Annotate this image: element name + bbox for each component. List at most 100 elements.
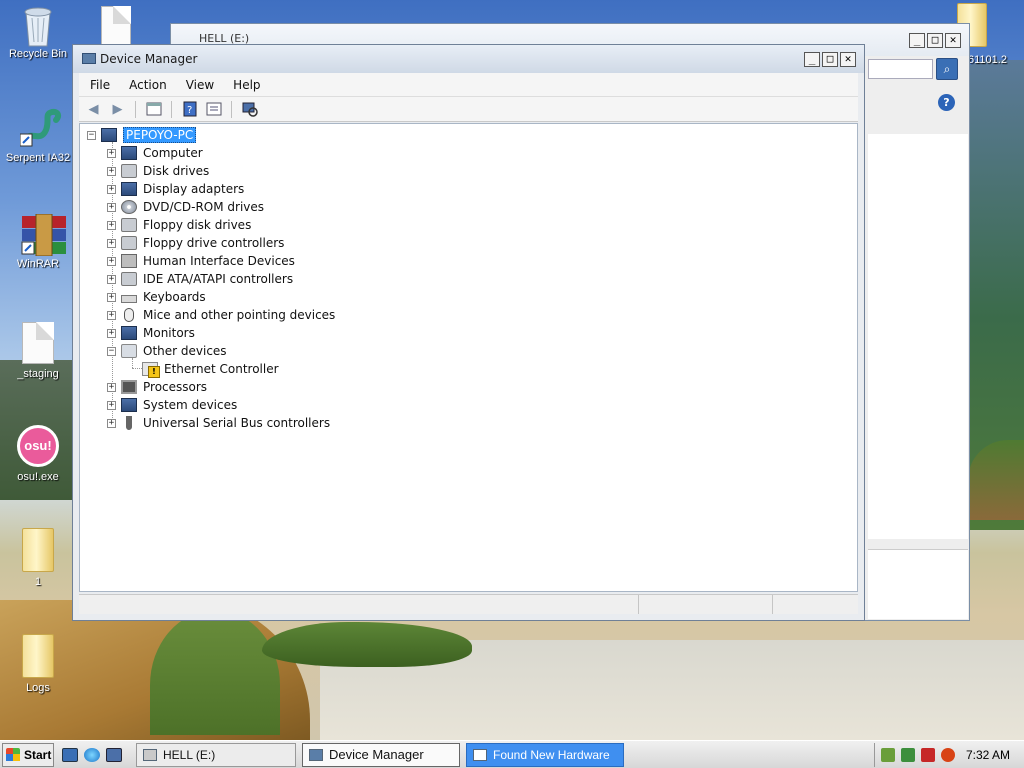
collapse-icon[interactable]: − [87,130,96,140]
desktop-icon-folder-1[interactable]: 1 [3,528,73,588]
help-book-icon[interactable]: ? [179,100,200,119]
folder-icon [22,634,54,678]
hid-icon [121,254,137,268]
partial-label-text: 61101.2 [968,54,1007,66]
expand-icon[interactable]: + [107,166,116,176]
close-button[interactable]: ✕ [840,52,856,67]
expand-icon[interactable]: + [107,328,116,338]
scan-hardware-icon[interactable] [239,100,260,119]
tree-item-label: Ethernet Controller [164,362,279,376]
expand-icon[interactable]: + [107,184,116,194]
hardware-wizard-icon [473,748,487,761]
tree-item-label: Processors [143,380,208,394]
minimize-button[interactable]: _ [804,52,820,67]
expand-icon[interactable]: + [107,310,116,320]
expand-icon[interactable]: + [107,202,116,212]
tree-item-mice[interactable]: + Mice and other pointing devices [107,306,335,324]
tree-item-label: Floppy drive controllers [143,236,285,250]
menu-view[interactable]: View [186,78,214,92]
tree-root-node[interactable]: − PEPOYO-PC [87,126,197,144]
safely-remove-hardware-icon[interactable] [881,748,895,762]
tree-item-usb-controllers[interactable]: + Universal Serial Bus controllers [107,414,330,432]
tree-root-label[interactable]: PEPOYO-PC [123,127,197,143]
expand-icon[interactable]: + [107,220,116,230]
processor-icon [121,380,137,394]
desktop-icon-label: Logs [26,682,50,694]
menu-file[interactable]: File [90,78,110,92]
tree-item-monitors[interactable]: + Monitors [107,324,195,342]
device-tree[interactable]: − PEPOYO-PC + Computer + Disk drives + D… [79,123,858,592]
tree-item-disk-drives[interactable]: + Disk drives [107,162,209,180]
taskbar-button-device-manager[interactable]: Device Manager [302,742,460,767]
tree-item-floppy-controllers[interactable]: + Floppy drive controllers [107,234,284,252]
maximize-button[interactable]: □ [927,33,943,48]
expand-icon[interactable]: + [107,382,116,392]
expand-icon[interactable]: + [107,418,116,428]
toolbar: ◀ ▶ ? [79,97,858,122]
close-button[interactable]: ✕ [945,33,961,48]
device-manager-quicklaunch-icon[interactable] [106,747,122,762]
tree-item-ethernet-controller[interactable]: Ethernet Controller [142,360,279,378]
tree-item-processors[interactable]: + Processors [107,378,207,396]
forward-arrow-icon[interactable]: ▶ [107,100,128,119]
osu-icon: osu! [17,425,59,467]
ide-icon [121,272,137,286]
desktop-icon-recycle-bin[interactable]: Recycle Bin [3,4,73,60]
tree-item-label: IDE ATA/ATAPI controllers [143,272,294,286]
serpent-icon [19,108,62,148]
desktop-icon-partial-right-label: 61101.2 [968,54,1024,66]
background-window-search-input[interactable] [868,59,933,79]
tree-item-display-adapters[interactable]: + Display adapters [107,180,244,198]
tree-item-keyboards[interactable]: + Keyboards [107,288,206,306]
desktop-icon-osu[interactable]: osu! osu!.exe [3,425,73,483]
tree-item-label: Display adapters [143,182,245,196]
expand-icon[interactable]: + [107,238,116,248]
disk-icon [121,164,137,178]
tree-item-dvd-drives[interactable]: + DVD/CD-ROM drives [107,198,264,216]
desktop-icon-winrar[interactable]: WinRAR [3,213,73,270]
desktop-icon-label: WinRAR [16,258,60,270]
show-hide-console-tree-icon[interactable] [143,100,164,119]
device-manager-titlebar[interactable]: Device Manager _ □ ✕ [73,45,864,73]
minimize-button[interactable]: _ [909,33,925,48]
tree-item-other-devices[interactable]: − Other devices [107,342,227,360]
expand-icon[interactable]: + [107,148,116,158]
tree-item-hid[interactable]: + Human Interface Devices [107,252,295,270]
taskbar-button-hell[interactable]: HELL (E:) [136,742,296,767]
security-icon[interactable] [901,748,915,762]
display-icon [121,182,137,196]
tree-item-ide-controllers[interactable]: + IDE ATA/ATAPI controllers [107,270,293,288]
properties-icon[interactable] [203,100,224,119]
help-icon[interactable]: ? [938,94,955,111]
expand-icon[interactable]: + [107,274,116,284]
volume-muted-icon[interactable] [941,748,955,762]
status-pane [639,595,773,614]
taskbar-button-found-new-hardware[interactable]: Found New Hardware [466,742,624,767]
winrar-icon [20,213,66,257]
osu-badge-text: osu! [24,438,52,453]
expand-icon[interactable]: + [107,400,116,410]
menu-action[interactable]: Action [129,78,167,92]
show-desktop-icon[interactable] [62,747,78,762]
menu-help[interactable]: Help [233,78,260,92]
collapse-icon[interactable]: − [107,346,116,356]
maximize-button[interactable]: □ [822,52,838,67]
back-arrow-icon[interactable]: ◀ [83,100,104,119]
internet-explorer-icon[interactable] [84,747,100,762]
desktop-icon-logs[interactable]: Logs [3,634,73,694]
tree-item-floppy-disk-drives[interactable]: + Floppy disk drives [107,216,251,234]
expand-icon[interactable]: + [107,292,116,302]
search-icon[interactable]: ⌕ [936,58,958,80]
network-disconnected-icon[interactable] [921,748,935,762]
start-button[interactable]: Start [2,742,54,767]
device-manager-window[interactable]: Device Manager _ □ ✕ File Action View He… [72,44,865,621]
desktop-icon-staging[interactable]: _staging [3,322,73,380]
expand-icon[interactable]: + [107,256,116,266]
desktop-icon-serpent[interactable]: Serpent IA32 [3,108,73,164]
toolbar-separator [135,100,136,118]
clock[interactable]: 7:32 AM [966,748,1010,762]
tree-item-system-devices[interactable]: + System devices [107,396,237,414]
document-icon [101,6,131,46]
quick-launch [62,747,122,762]
tree-item-computer[interactable]: + Computer [107,144,203,162]
